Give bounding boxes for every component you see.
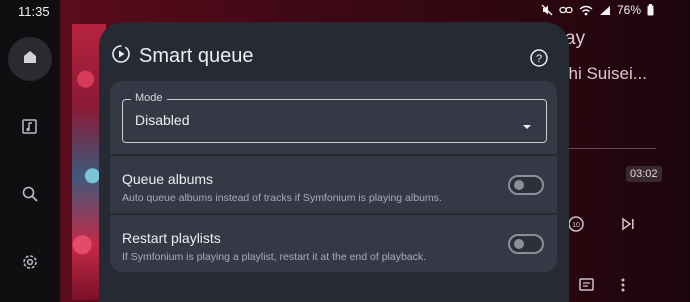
status-bar: 11:35 76%: [0, 0, 690, 22]
queue-albums-subtitle: Auto queue albums instead of tracks if S…: [122, 192, 442, 204]
signal-icon: [599, 5, 611, 16]
help-button[interactable]: ?: [529, 48, 549, 68]
svg-text:?: ?: [536, 53, 542, 65]
queue-albums-row[interactable]: Queue albums Auto queue albums instead o…: [110, 156, 557, 213]
mode-select[interactable]: Mode Disabled: [122, 92, 547, 143]
replay-10-icon[interactable]: 10: [566, 214, 586, 234]
dialog-title: Smart queue: [139, 44, 254, 67]
nav-home[interactable]: [8, 37, 52, 81]
dialog-header: Smart queue: [111, 42, 254, 70]
nav-library[interactable]: [8, 106, 52, 150]
link-icon: [559, 5, 573, 15]
skip-next-icon[interactable]: [620, 216, 636, 232]
progress-bar[interactable]: [560, 148, 656, 149]
smart-queue-dialog: Smart queue ? Mode Disabled Queue albums…: [99, 22, 569, 302]
restart-playlists-toggle[interactable]: [508, 234, 544, 254]
battery-icon: [647, 4, 654, 16]
queue-albums-title: Queue albums: [122, 171, 214, 187]
toggle-thumb: [514, 180, 524, 190]
restart-playlists-subtitle: If Symfonium is playing a playlist, rest…: [122, 251, 427, 263]
dropdown-arrow-icon: [522, 117, 532, 135]
library-icon: [20, 116, 40, 141]
battery-percent: 76%: [616, 3, 641, 17]
search-icon: [21, 185, 39, 208]
status-time: 11:35: [18, 4, 50, 19]
more-options-icon[interactable]: [616, 276, 630, 294]
help-icon: ?: [529, 49, 549, 72]
smart-queue-icon: [111, 44, 131, 69]
side-navigation: [0, 0, 60, 302]
nav-settings[interactable]: [8, 242, 52, 286]
mode-label: Mode: [131, 92, 167, 104]
mode-value: Disabled: [135, 112, 190, 128]
queue-albums-toggle[interactable]: [508, 175, 544, 195]
wifi-icon: [579, 5, 593, 16]
mode-card: Mode Disabled: [110, 81, 557, 154]
svg-text:10: 10: [572, 222, 580, 229]
gear-icon: [20, 252, 40, 277]
toggle-thumb: [514, 239, 524, 249]
track-duration: 03:02: [626, 166, 662, 182]
home-icon: [21, 48, 39, 71]
restart-playlists-row[interactable]: Restart playlists If Symfonium is playin…: [110, 215, 557, 272]
restart-playlists-title: Restart playlists: [122, 230, 221, 246]
nav-search[interactable]: [8, 174, 52, 218]
track-artist: chi Suisei...: [560, 64, 647, 83]
mute-icon: [541, 4, 553, 16]
lyrics-icon[interactable]: [578, 276, 596, 294]
